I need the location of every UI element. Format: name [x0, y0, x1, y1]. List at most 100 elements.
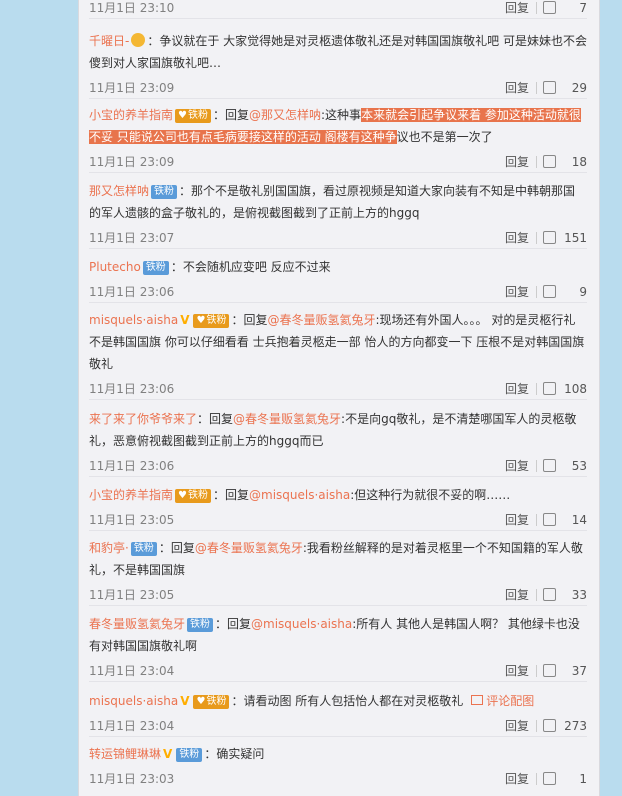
- like-button[interactable]: 53: [543, 456, 587, 476]
- username-link[interactable]: misquels·aisha: [89, 694, 178, 708]
- reply-prefix: ：回复: [231, 313, 268, 327]
- thumbs-up-icon: [543, 772, 556, 785]
- thumbs-up-icon: [543, 719, 556, 732]
- comment-text: 小宝的养羊指南铁粉：回复@那又怎样呐:这种事本来就会引起争议来着 参加这种活动就…: [89, 104, 587, 148]
- divider: [536, 383, 537, 395]
- mention-link[interactable]: @春冬量贩氢氦兔牙: [267, 313, 375, 327]
- username-link[interactable]: 转运锦鲤琳琳: [89, 747, 161, 761]
- mention-link[interactable]: @春冬量贩氢氦兔牙: [233, 412, 341, 426]
- thumbs-up-icon: [543, 285, 556, 298]
- comment-time: 11月1日 23:09: [89, 155, 175, 169]
- thumbs-up-icon: [543, 513, 556, 526]
- username-link[interactable]: 千曜日-: [89, 34, 129, 48]
- comment-meta: 11月1日 23:07 回复 151: [89, 228, 587, 248]
- like-count: 53: [571, 459, 587, 473]
- like-button[interactable]: 151: [543, 228, 587, 248]
- divider: [536, 286, 537, 298]
- emoji-icon: [131, 33, 146, 47]
- comment-time: 11月1日 23:05: [89, 513, 175, 527]
- divider: [536, 460, 537, 472]
- verified-v-icon: V: [163, 747, 173, 761]
- mention-link[interactable]: @春冬量贩氢氦兔牙: [195, 541, 303, 555]
- username-link[interactable]: 那又怎样呐: [89, 184, 149, 198]
- comment-item: 来了来了你爷爷来了：回复@春冬量贩氢氦兔牙:不是向gq敬礼，是不清楚哪国军人的灵…: [89, 408, 587, 477]
- comment-meta: 11月1日 23:06 回复 108: [89, 379, 587, 399]
- like-count: 7: [579, 1, 587, 15]
- comment-body: ：确实疑问: [204, 747, 265, 761]
- username-link[interactable]: 和豹亭·: [89, 541, 129, 555]
- comment-time: 11月1日 23:05: [89, 588, 175, 602]
- reply-button[interactable]: 回复: [505, 456, 529, 476]
- reply-prefix: ：回复: [212, 108, 249, 122]
- reply-button[interactable]: 回复: [505, 0, 529, 18]
- reply-prefix: ：回复: [215, 617, 252, 631]
- username-link[interactable]: 春冬量贩氢氦兔牙: [89, 617, 185, 631]
- comment-picture-label: 评论配图: [486, 694, 535, 708]
- comment-meta: 11月1日 23:04 回复 37: [89, 661, 587, 681]
- comment-item: misquels·aishaV铁粉：请看动图 所有人包括怡人都在对灵柩敬礼 评论配…: [89, 690, 587, 737]
- reply-button[interactable]: 回复: [505, 716, 529, 736]
- mention-link[interactable]: @misquels·aisha: [251, 617, 352, 631]
- comment-meta: 11月1日 23:10 回复 7: [89, 0, 587, 18]
- comment-time: 11月1日 23:04: [89, 664, 175, 678]
- like-count: 33: [571, 588, 587, 602]
- thumbs-up-icon: [543, 1, 556, 14]
- like-button[interactable]: 9: [543, 282, 587, 302]
- like-button[interactable]: 7: [543, 0, 587, 18]
- username-link[interactable]: 小宝的养羊指南: [89, 488, 173, 502]
- like-button[interactable]: 1: [543, 769, 587, 789]
- like-button[interactable]: 273: [543, 716, 587, 736]
- comment-item: 和豹亭· 铁粉 ：回复@春冬量贩氢氦兔牙:我看粉丝解释的是对着灵柩里一个不知国籍的军…: [89, 537, 587, 606]
- comment-time: 11月1日 23:09: [89, 81, 175, 95]
- divider: [536, 2, 537, 14]
- like-count: 14: [571, 513, 587, 527]
- divider: [536, 589, 537, 601]
- like-button[interactable]: 37: [543, 661, 587, 681]
- comment-picture-link[interactable]: 评论配图: [471, 694, 534, 708]
- reply-button[interactable]: 回复: [505, 661, 529, 681]
- like-count: 29: [571, 81, 587, 95]
- fan-badge: 铁粉: [151, 185, 178, 199]
- reply-button[interactable]: 回复: [505, 769, 529, 789]
- username-link[interactable]: Plutecho: [89, 260, 141, 274]
- comment-meta: 11月1日 23:06 回复 9: [89, 282, 587, 302]
- username-link[interactable]: 来了来了你爷爷来了: [89, 412, 197, 426]
- like-button[interactable]: 14: [543, 510, 587, 530]
- divider: [536, 665, 537, 677]
- divider: [536, 720, 537, 732]
- reply-button[interactable]: 回复: [505, 585, 529, 605]
- like-button[interactable]: 29: [543, 78, 587, 98]
- fan-badge: 铁粉: [193, 314, 230, 328]
- reply-button[interactable]: 回复: [505, 379, 529, 399]
- mention-link[interactable]: @那又怎样呐: [249, 108, 321, 122]
- comment-body: ：不会随机应变吧 反应不过来: [170, 260, 331, 274]
- divider: [536, 773, 537, 785]
- username-link[interactable]: 小宝的养羊指南: [89, 108, 173, 122]
- comment-body: :但这种行为就很不妥的啊……: [350, 488, 511, 502]
- comment-time: 11月1日 23:06: [89, 285, 175, 299]
- like-button[interactable]: 108: [543, 379, 587, 399]
- fan-badge: 铁粉: [142, 261, 169, 275]
- reply-button[interactable]: 回复: [505, 228, 529, 248]
- divider: [536, 156, 537, 168]
- like-button[interactable]: 33: [543, 585, 587, 605]
- reply-button[interactable]: 回复: [505, 152, 529, 172]
- comment-time: 11月1日 23:06: [89, 382, 175, 396]
- comment-item: 小宝的养羊指南铁粉：回复@misquels·aisha:但这种行为就很不妥的啊……: [89, 484, 587, 531]
- username-link[interactable]: misquels·aisha: [89, 313, 178, 327]
- like-count: 273: [564, 719, 587, 733]
- comment-meta: 11月1日 23:09 回复 29: [89, 78, 587, 98]
- like-count: 37: [571, 664, 587, 678]
- reply-button[interactable]: 回复: [505, 78, 529, 98]
- comment-item: Plutecho 铁粉 ：不会随机应变吧 反应不过来 11月1日 23:06 回复 …: [89, 256, 587, 303]
- comment-text: 小宝的养羊指南铁粉：回复@misquels·aisha:但这种行为就很不妥的啊……: [89, 484, 587, 506]
- verified-v-icon: V: [180, 694, 190, 708]
- thumbs-up-icon: [543, 155, 556, 168]
- like-count: 9: [579, 285, 587, 299]
- reply-button[interactable]: 回复: [505, 510, 529, 530]
- like-button[interactable]: 18: [543, 152, 587, 172]
- mention-link[interactable]: @misquels·aisha: [249, 488, 350, 502]
- reply-button[interactable]: 回复: [505, 282, 529, 302]
- comment-text: 春冬量贩氢氦兔牙 铁粉 ：回复@misquels·aisha:所有人 其他人是韩国人…: [89, 613, 587, 657]
- comment-text: misquels·aishaV铁粉：回复@春冬量贩氢氦兔牙:现场还有外国人。。。…: [89, 309, 587, 375]
